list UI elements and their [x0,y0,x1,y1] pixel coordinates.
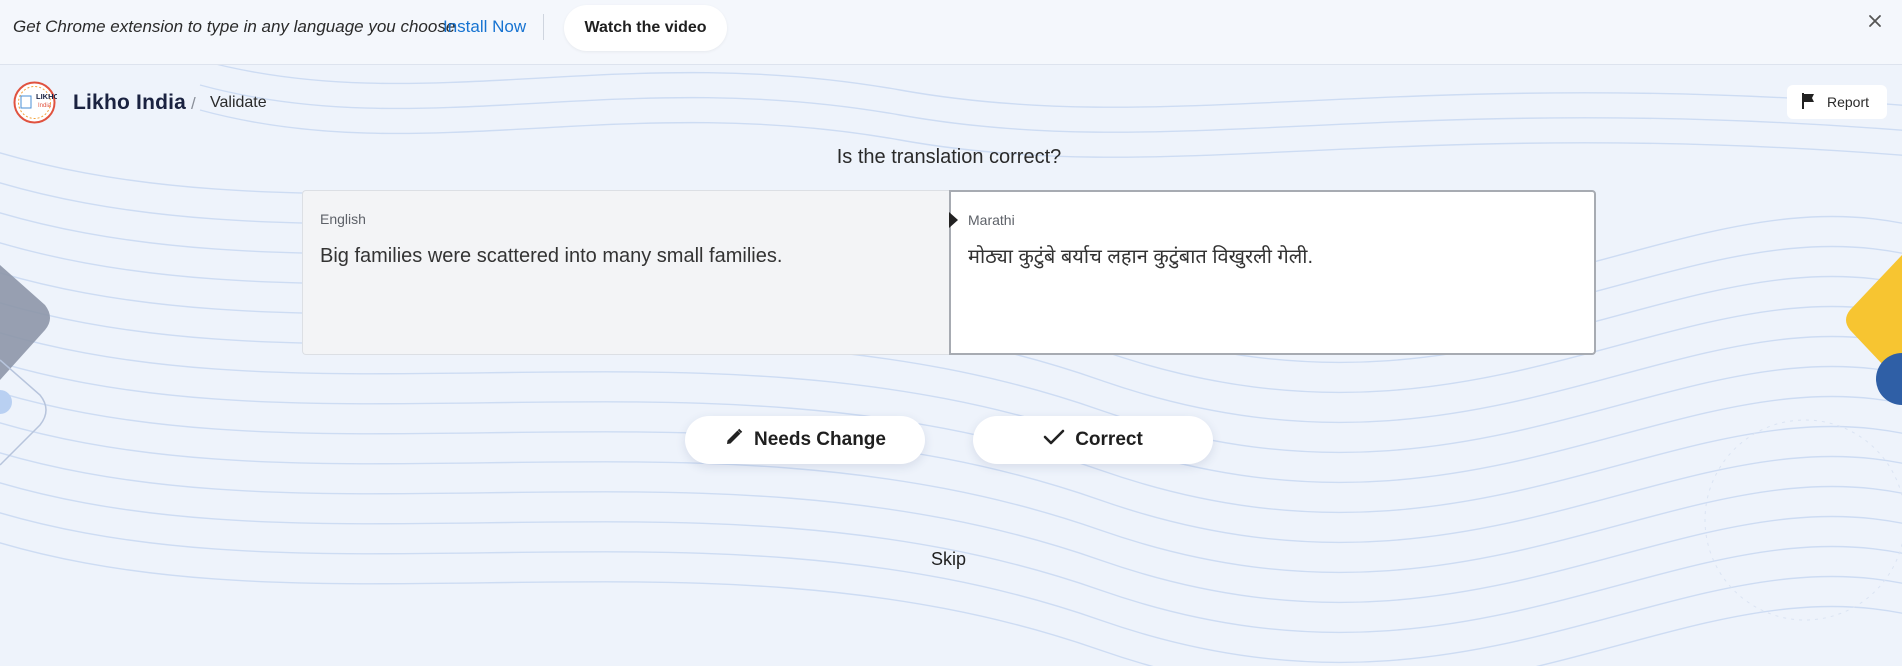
source-sentence: Big families were scattered into many sm… [320,245,783,267]
needs-change-button[interactable]: Needs Change [685,416,925,464]
banner-divider [543,14,544,40]
target-panel[interactable]: Marathi मोठ्या कुटुंबे बर्याच लहान कुटुं… [949,190,1596,355]
close-icon[interactable] [1864,10,1886,32]
logo-text-bottom: India [38,103,52,109]
source-language-label: English [320,211,366,227]
correct-button[interactable]: Correct [973,416,1213,464]
source-panel: English Big families were scattered into… [302,190,949,355]
pencil-icon [724,427,744,453]
check-icon [1043,428,1065,452]
caret-icon [949,212,958,228]
skip-button[interactable]: Skip [931,549,966,570]
banner-message: Get Chrome extension to type in any lang… [13,17,456,36]
report-button[interactable]: Report [1787,85,1887,119]
likho-india-logo[interactable]: LIKHO India [12,80,59,125]
needs-change-label: Needs Change [754,429,886,450]
breadcrumb-validate: Validate [210,94,267,111]
correct-label: Correct [1075,429,1143,450]
target-sentence: मोठ्या कुटुंबे बर्याच लहान कुटुंबात विखु… [968,246,1314,268]
logo-text-top: LIKHO [36,92,57,101]
report-label: Report [1827,94,1870,110]
page: Get Chrome extension to type in any lang… [0,0,1902,666]
flag-icon [1801,92,1817,113]
translation-panels: English Big families were scattered into… [302,190,1596,355]
watch-video-button[interactable]: Watch the video [564,5,727,51]
breadcrumb-separator: / [191,94,196,113]
brand-name[interactable]: Likho India [73,91,186,115]
extension-banner: Get Chrome extension to type in any lang… [0,0,1902,65]
question-title: Is the translation correct? [836,146,1062,168]
target-language-label: Marathi [968,212,1015,228]
install-now-link[interactable]: Install Now [443,17,526,37]
